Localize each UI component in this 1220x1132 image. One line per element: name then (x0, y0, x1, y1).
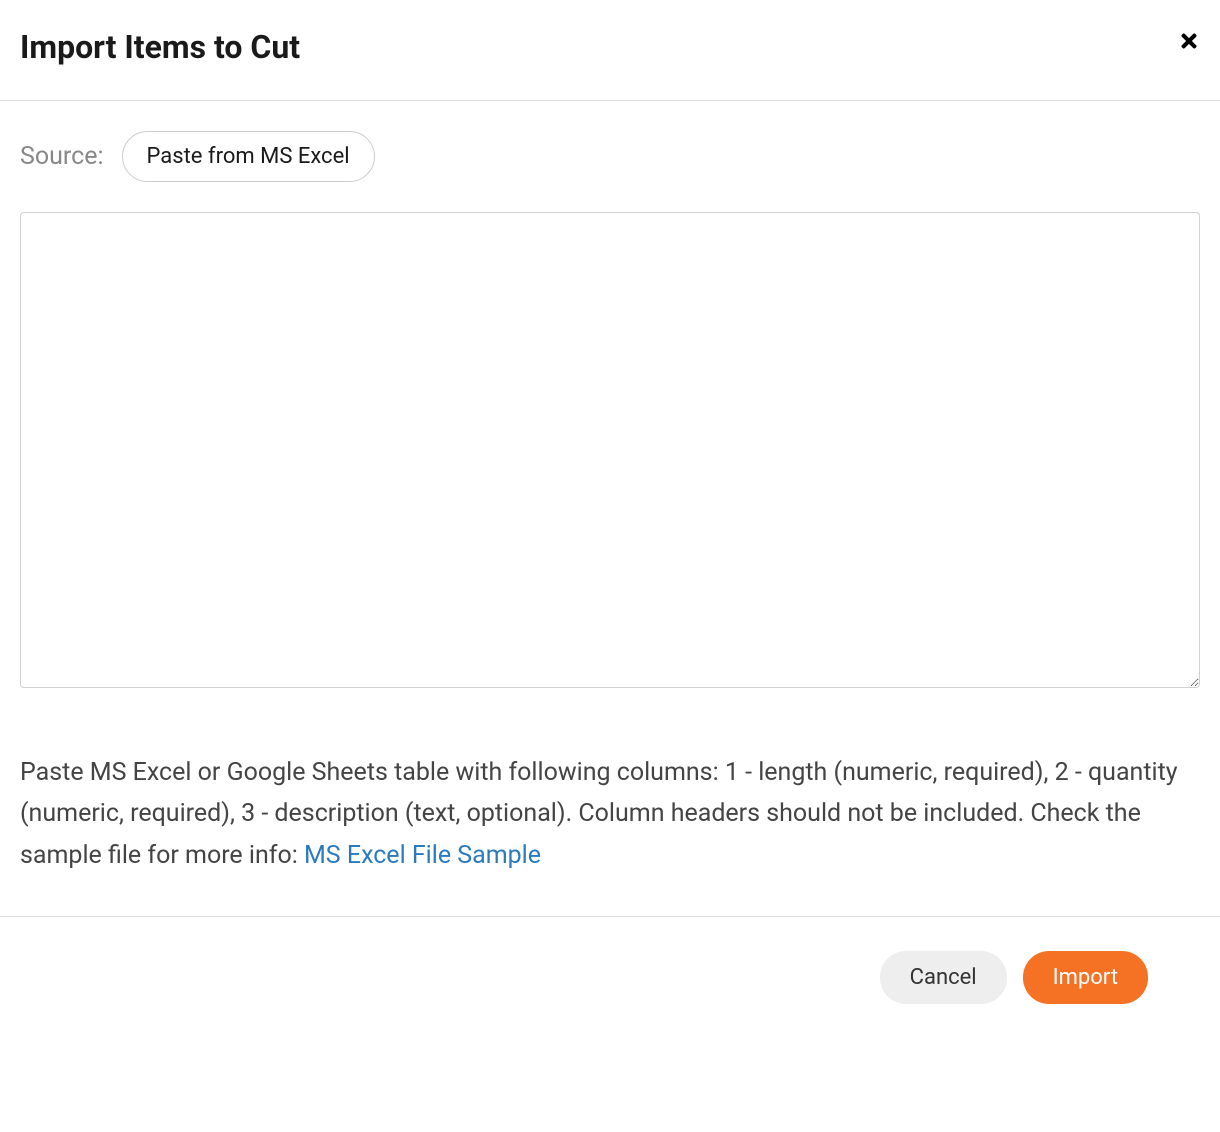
dialog-header: Import Items to Cut (0, 0, 1220, 101)
source-label: Source: (20, 142, 104, 171)
paste-textarea[interactable] (20, 212, 1200, 688)
source-row: Source: Paste from MS Excel (20, 131, 1200, 182)
import-button[interactable]: Import (1023, 951, 1148, 1004)
dialog-footer: Cancel Import (0, 916, 1220, 1038)
help-text-content: Paste MS Excel or Google Sheets table wi… (20, 758, 1178, 870)
cancel-button[interactable]: Cancel (880, 951, 1007, 1004)
source-select[interactable]: Paste from MS Excel (122, 131, 375, 182)
dialog-title: Import Items to Cut (20, 28, 300, 66)
help-text: Paste MS Excel or Google Sheets table wi… (20, 752, 1200, 876)
close-icon[interactable] (1178, 28, 1200, 55)
sample-file-link[interactable]: MS Excel File Sample (304, 841, 541, 870)
dialog-body: Source: Paste from MS Excel Paste MS Exc… (0, 101, 1220, 916)
